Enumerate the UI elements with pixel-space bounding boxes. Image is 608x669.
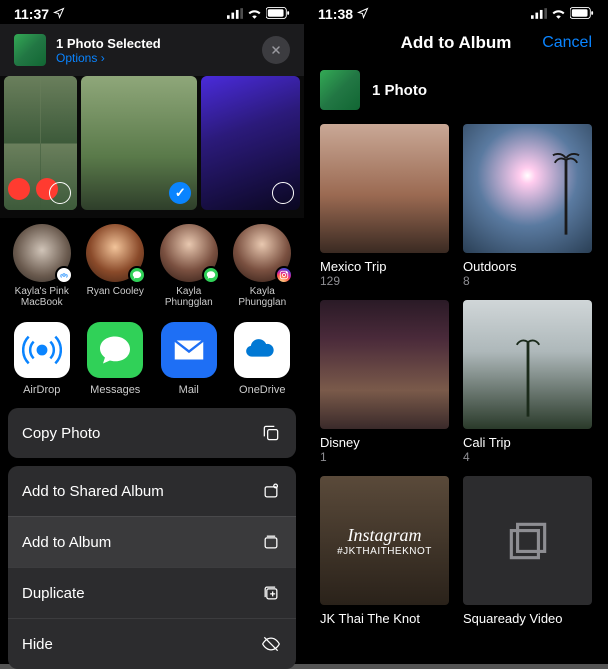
app-messages[interactable]: Messages	[82, 322, 150, 396]
palm-tree-icon	[514, 320, 542, 420]
album-cover	[463, 124, 592, 253]
instagram-badge-icon	[275, 266, 293, 284]
messages-icon	[87, 322, 143, 378]
album-item[interactable]: Cali Trip 4	[463, 300, 592, 464]
app-airdrop[interactable]: AirDrop	[8, 322, 76, 396]
status-bar: 11:38	[304, 0, 608, 24]
stacked-rects-icon	[503, 516, 553, 566]
airdrop-badge-icon	[55, 266, 73, 284]
photo-thumbnail[interactable]	[201, 76, 300, 210]
photo-strip[interactable]	[0, 76, 304, 218]
share-actions-group: Add to Shared Album Add to Album Duplica…	[8, 466, 296, 669]
album-cover	[463, 300, 592, 429]
app-mail[interactable]: Mail	[155, 322, 223, 396]
close-icon	[270, 44, 282, 56]
messages-badge-icon	[202, 266, 220, 284]
share-apps-row[interactable]: AirDrop Messages Mail OneDrive	[0, 312, 304, 398]
location-arrow-icon	[357, 6, 369, 22]
photo-thumbnail[interactable]	[81, 76, 197, 210]
selection-circle-icon[interactable]	[272, 182, 294, 204]
add-shared-album-action[interactable]: Add to Shared Album	[8, 466, 296, 516]
mail-icon	[161, 322, 217, 378]
cancel-button[interactable]: Cancel	[542, 34, 592, 52]
photo-thumbnail[interactable]	[4, 76, 77, 210]
add-album-action[interactable]: Add to Album	[8, 516, 296, 567]
album-cover	[320, 300, 449, 429]
copy-icon	[260, 422, 282, 444]
share-contact[interactable]: Kayla's Pink MacBook	[8, 224, 76, 308]
duplicate-icon	[260, 582, 282, 604]
share-contact[interactable]: Kayla Phungglan	[155, 224, 223, 308]
messages-badge-icon	[128, 266, 146, 284]
duplicate-action[interactable]: Duplicate	[8, 567, 296, 618]
album-item[interactable]: Instagram #JKTHAITHEKNOT JK Thai The Kno…	[320, 476, 449, 626]
battery-icon	[266, 6, 290, 22]
location-arrow-icon	[53, 6, 65, 22]
album-cover	[463, 476, 592, 605]
share-contact[interactable]: Ryan Cooley	[82, 224, 150, 308]
wifi-icon	[551, 6, 566, 22]
nav-bar: Add to Album Cancel	[304, 24, 608, 60]
album-item[interactable]: Squaready Video	[463, 476, 592, 626]
palm-tree-icon	[552, 138, 580, 238]
signal-icon	[531, 6, 547, 22]
onedrive-icon	[234, 322, 290, 378]
airdrop-icon	[14, 322, 70, 378]
album-item[interactable]: Disney 1	[320, 300, 449, 464]
selection-circle-checked-icon[interactable]	[169, 182, 191, 204]
status-bar: 11:37	[0, 0, 304, 24]
close-button[interactable]	[262, 36, 290, 64]
share-sheet-screen: 11:37 1 Photo Selected Options ›	[0, 0, 304, 664]
status-time: 11:37	[14, 6, 49, 22]
share-actions-list: Copy Photo Add to Shared Album Add to Al…	[8, 408, 296, 669]
album-cover	[320, 124, 449, 253]
album-grid[interactable]: Mexico Trip 129 Outdoors 8 Disney 1 Cali…	[304, 124, 608, 626]
selected-count-label: 1 Photo	[372, 82, 427, 99]
app-onedrive[interactable]: OneDrive	[229, 322, 297, 396]
status-time: 11:38	[318, 6, 353, 22]
signal-icon	[227, 6, 243, 22]
header-title: 1 Photo Selected	[56, 36, 262, 51]
wifi-icon	[247, 6, 262, 22]
share-contacts-row[interactable]: Kayla's Pink MacBook Ryan Cooley Kayla P…	[0, 218, 304, 312]
selected-photo-thumb	[320, 70, 360, 110]
shared-album-icon	[260, 480, 282, 502]
selection-circle-icon[interactable]	[49, 182, 71, 204]
copy-photo-action[interactable]: Copy Photo	[8, 408, 296, 458]
album-item[interactable]: Mexico Trip 129	[320, 124, 449, 288]
album-cover: Instagram #JKTHAITHEKNOT	[320, 476, 449, 605]
selected-photo-thumb	[14, 34, 46, 66]
album-item[interactable]: Outdoors 8	[463, 124, 592, 288]
share-contact[interactable]: Kayla Phungglan	[229, 224, 297, 308]
add-to-album-screen: 11:38 Add to Album Cancel 1 Photo Mex	[304, 0, 608, 664]
hide-icon	[260, 633, 282, 655]
selected-photo-row: 1 Photo	[304, 60, 608, 124]
battery-icon	[570, 6, 594, 22]
album-icon	[260, 531, 282, 553]
hide-action[interactable]: Hide	[8, 618, 296, 669]
options-link[interactable]: Options ›	[56, 51, 262, 65]
share-header: 1 Photo Selected Options ›	[0, 24, 304, 76]
